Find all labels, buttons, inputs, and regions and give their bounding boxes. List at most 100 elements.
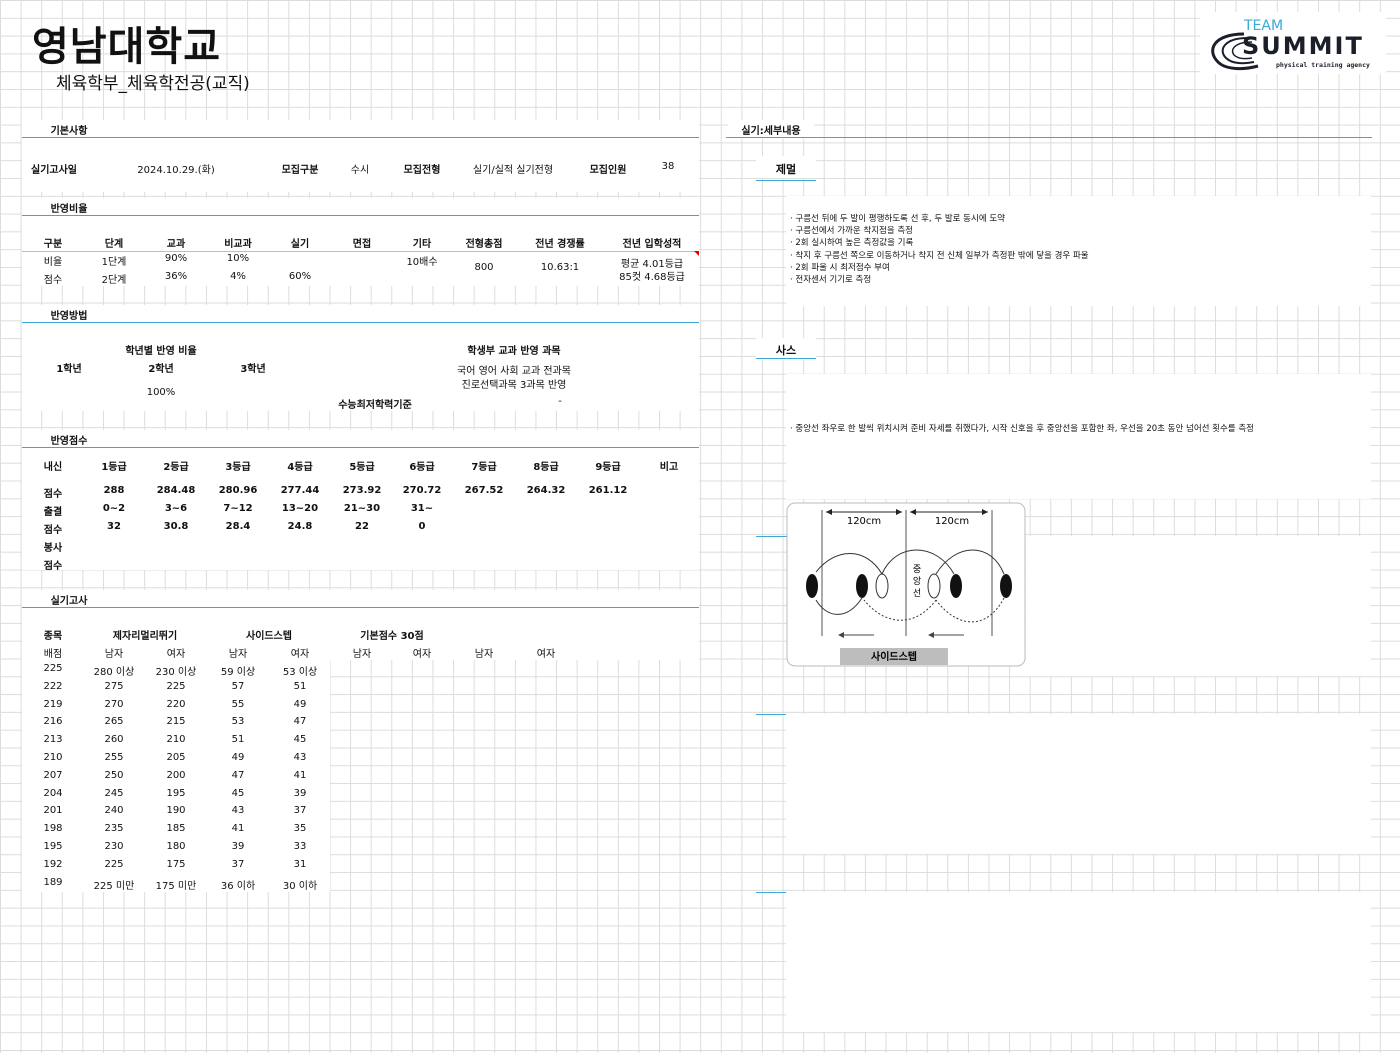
center-line-label: 중 bbox=[913, 564, 921, 575]
ratio-cell: 비율 bbox=[43, 257, 63, 268]
scores-header: 8등급 bbox=[533, 462, 559, 473]
event1-name: 제자리멀리뛰기 bbox=[112, 631, 178, 642]
scores-cell: 284.48 bbox=[156, 485, 196, 496]
practical-cell: 265 bbox=[104, 716, 124, 728]
csat-value: - bbox=[558, 396, 562, 407]
practical-cell: 198 bbox=[43, 823, 63, 835]
practical-subheader: 남자 bbox=[352, 649, 372, 660]
section-ratio-line bbox=[22, 215, 699, 216]
quota-value: 38 bbox=[661, 161, 675, 172]
scores-cell: 출결 bbox=[43, 507, 63, 518]
scores-header: 4등급 bbox=[287, 462, 313, 473]
practical-cell: 207 bbox=[43, 769, 63, 781]
scores-header: 5등급 bbox=[349, 462, 375, 473]
ratio-header: 비교과 bbox=[224, 239, 252, 250]
scores-cell: 273.92 bbox=[342, 485, 382, 496]
scores-cell: 24.8 bbox=[287, 521, 313, 532]
practical-subheader: 남자 bbox=[228, 649, 248, 660]
practical-cell: 205 bbox=[166, 752, 186, 763]
scores-header: 6등급 bbox=[409, 462, 435, 473]
ratio-admission-cut: 85컷 4.68등급 bbox=[619, 272, 685, 283]
practical-cell: 201 bbox=[43, 805, 63, 817]
logo-summit-text: SUMMIT bbox=[1242, 32, 1364, 60]
practical-subheader: 남자 bbox=[104, 649, 124, 660]
scores-header: 내신 bbox=[43, 462, 63, 473]
ratio-header: 전년 입학성적 bbox=[622, 239, 682, 250]
practical-cell: 222 bbox=[43, 680, 63, 692]
grade-ratio-label: 학년별 반영 비율 bbox=[125, 346, 197, 357]
practical-cell: 43 bbox=[293, 752, 307, 763]
base-score: 기본점수 30점 bbox=[360, 631, 424, 642]
side-step-diagram: 120cm 120cm 중 앙 선 사이드스텝 bbox=[786, 502, 1026, 667]
scores-cell: 32 bbox=[107, 521, 121, 532]
dist-right-label: 120cm bbox=[935, 516, 969, 527]
practical-cell: 225 미만 bbox=[93, 880, 135, 892]
subject-label: 학생부 교과 반영 과목 bbox=[467, 346, 561, 357]
exam-date: 2024.10.29.(화) bbox=[137, 165, 215, 176]
quota-label: 모집인원 bbox=[589, 165, 627, 176]
practical-cell: 210 bbox=[166, 734, 186, 746]
blank-box bbox=[786, 714, 1371, 854]
ratio-header: 전형총점 bbox=[465, 239, 503, 250]
ratio-header: 교과 bbox=[166, 239, 186, 250]
practical-cell: 225 bbox=[166, 680, 186, 692]
ratio-cell: 10% bbox=[226, 253, 250, 264]
center-line-label: 선 bbox=[913, 588, 921, 599]
scores-cell: 21~30 bbox=[343, 503, 381, 514]
scores-cell: 270.72 bbox=[402, 485, 442, 496]
scores-cell: 3~6 bbox=[164, 503, 188, 514]
grade-3: 3학년 bbox=[240, 364, 266, 375]
practical-subheader: 여자 bbox=[536, 649, 556, 660]
grade-2: 2학년 bbox=[148, 364, 174, 375]
practical-cell: 51 bbox=[293, 680, 307, 692]
practical-cell: 36 이하 bbox=[220, 880, 256, 892]
practical-cell: 215 bbox=[166, 716, 186, 728]
event-label: 종목 bbox=[43, 631, 63, 642]
practical-cell: 195 bbox=[166, 787, 186, 799]
center-line-label: 앙 bbox=[913, 575, 921, 587]
grade-1: 1학년 bbox=[56, 364, 82, 375]
foot-mark bbox=[1000, 574, 1012, 598]
ratio-cell: 90% bbox=[164, 253, 188, 264]
ratio-cell: 36% bbox=[164, 271, 188, 282]
scores-cell: 7~12 bbox=[223, 503, 253, 514]
practical-cell: 245 bbox=[104, 787, 124, 799]
ratio-cell: 10배수 bbox=[406, 257, 438, 268]
note-line: · 착지 후 구름선 쪽으로 이동하거나 착지 전 신체 일부가 측정판 밖에 … bbox=[790, 250, 1089, 261]
practical-cell: 37 bbox=[293, 805, 307, 817]
scores-header: 7등급 bbox=[471, 462, 497, 473]
practical-cell: 255 bbox=[104, 752, 124, 763]
practical-cell: 53 이상 bbox=[282, 667, 318, 678]
section-basic-line bbox=[22, 137, 699, 138]
ratio-header: 면접 bbox=[352, 239, 372, 250]
section-practical-line bbox=[22, 607, 699, 608]
ratio-header: 실기 bbox=[290, 239, 310, 250]
practical-cell: 43 bbox=[231, 805, 245, 817]
event2-title-line bbox=[756, 358, 816, 359]
scores-cell: 점수 bbox=[43, 561, 63, 572]
scores-cell: 0~2 bbox=[102, 503, 126, 514]
practical-cell: 45 bbox=[231, 787, 245, 799]
practical-cell: 219 bbox=[43, 698, 63, 710]
practical-cell: 57 bbox=[231, 680, 245, 692]
scores-cell: 31~ bbox=[410, 503, 434, 514]
practical-cell: 37 bbox=[231, 858, 245, 870]
event1-title: 제멀 bbox=[775, 163, 797, 176]
practical-cell: 175 bbox=[166, 858, 186, 870]
ratio-cell: 60% bbox=[288, 271, 312, 282]
section-detail-line bbox=[726, 137, 1372, 138]
comment-marker bbox=[694, 251, 699, 256]
practical-subheader: 배점 bbox=[43, 649, 63, 660]
practical-cell: 189 bbox=[43, 876, 63, 888]
practical-cell: 220 bbox=[166, 698, 186, 710]
subject-line2: 진로선택과목 3과목 반영 bbox=[461, 380, 567, 391]
practical-cell: 41 bbox=[231, 823, 245, 835]
track-label: 모집전형 bbox=[403, 165, 441, 176]
university-title: 영남대학교 bbox=[32, 24, 221, 70]
scores-cell: 13~20 bbox=[281, 503, 319, 514]
practical-cell: 45 bbox=[293, 734, 307, 746]
practical-cell: 47 bbox=[293, 716, 307, 728]
note-line: · 중앙선 좌우로 한 발씩 위치시켜 준비 자세를 취했다가, 시작 신호을 … bbox=[790, 424, 1254, 434]
practical-cell: 225 bbox=[43, 663, 63, 674]
scores-cell: 22 bbox=[355, 521, 369, 532]
